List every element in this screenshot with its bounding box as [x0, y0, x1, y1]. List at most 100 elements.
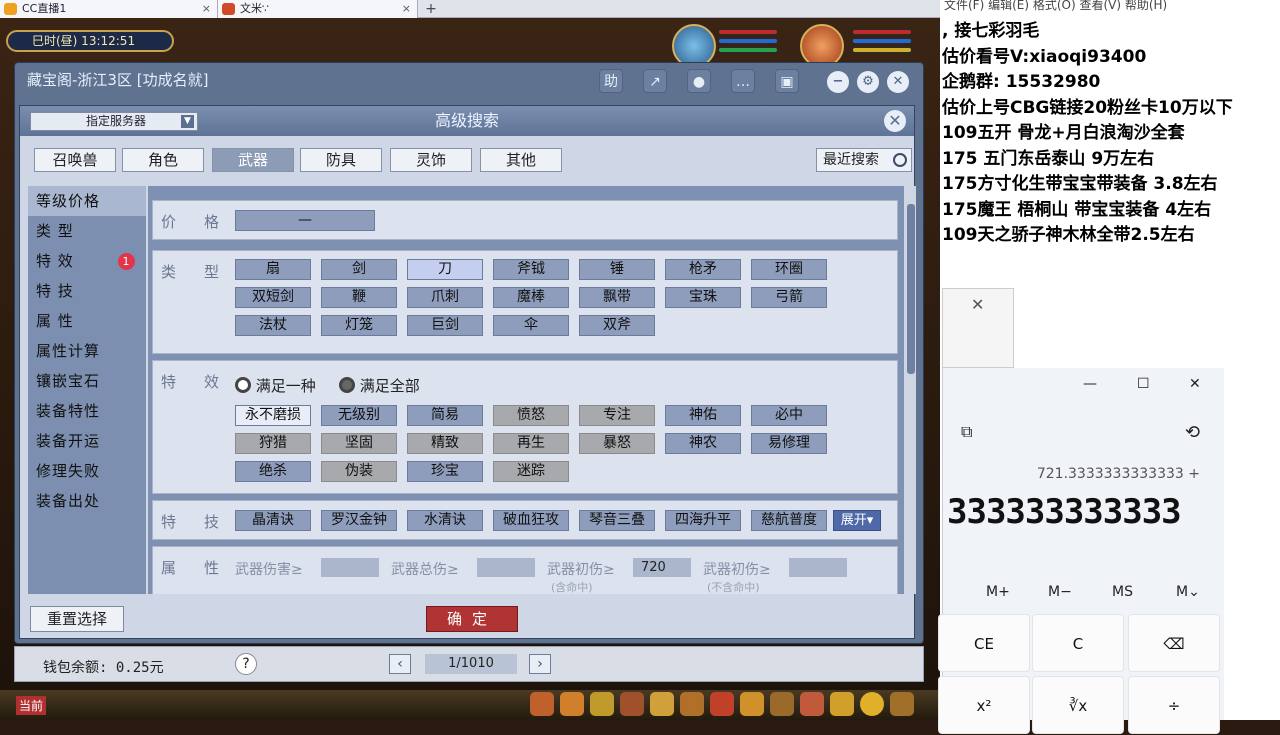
effect-option[interactable]: 再生: [493, 433, 569, 454]
skill-option[interactable]: 晶清诀: [235, 510, 311, 531]
effect-option[interactable]: 神佑: [665, 405, 741, 426]
type-option[interactable]: 双短剑: [235, 287, 311, 308]
tab-accessory[interactable]: 灵饰: [390, 148, 472, 172]
close-icon[interactable]: ✕: [1189, 376, 1201, 392]
prev-page-button[interactable]: ‹: [389, 654, 411, 674]
clear-button[interactable]: C: [1032, 614, 1124, 672]
keep-on-top-icon[interactable]: ⧉: [961, 422, 972, 442]
mail-icon[interactable]: [830, 692, 854, 716]
search-close-button[interactable]: ✕: [884, 110, 906, 132]
effect-option[interactable]: 绝杀: [235, 461, 311, 482]
friend-icon[interactable]: [680, 692, 704, 716]
type-option[interactable]: 飘带: [579, 287, 655, 308]
tab-armor[interactable]: 防具: [300, 148, 382, 172]
memory-store-button[interactable]: MS: [1112, 584, 1133, 600]
type-option[interactable]: 双斧: [579, 315, 655, 336]
effect-option[interactable]: 狩猎: [235, 433, 311, 454]
bag-icon[interactable]: [530, 692, 554, 716]
type-option[interactable]: 伞: [493, 315, 569, 336]
type-option[interactable]: 巨剑: [407, 315, 483, 336]
window-close-button[interactable]: ✕: [887, 71, 909, 93]
browser-tab-cc[interactable]: CC直播1 ×: [0, 0, 218, 18]
tab-pet[interactable]: 召唤兽: [34, 148, 116, 172]
type-option[interactable]: 法杖: [235, 315, 311, 336]
channel-current[interactable]: 当前: [16, 696, 47, 715]
minimize-button[interactable]: −: [827, 71, 849, 93]
effect-option[interactable]: 坚固: [321, 433, 397, 454]
attr-field-input[interactable]: [789, 558, 847, 577]
recent-search-button[interactable]: 最近搜索: [816, 148, 912, 172]
effect-option[interactable]: 必中: [751, 405, 827, 426]
guild-icon[interactable]: [770, 692, 794, 716]
close-icon[interactable]: ✕: [971, 295, 984, 314]
effect-option[interactable]: 专注: [579, 405, 655, 426]
expand-button[interactable]: 展开▾: [833, 510, 881, 531]
sidebar-item-attr-calc[interactable]: 属性计算: [28, 336, 146, 366]
clear-entry-button[interactable]: CE: [938, 614, 1030, 672]
skill-option[interactable]: 破血狂攻: [493, 510, 569, 531]
effect-option[interactable]: 简易: [407, 405, 483, 426]
confirm-button[interactable]: 确定: [426, 606, 518, 632]
memory-list-button[interactable]: M⌄: [1176, 584, 1200, 600]
help-button[interactable]: 助: [599, 69, 623, 93]
type-option[interactable]: 鞭: [321, 287, 397, 308]
effect-option[interactable]: 迷踪: [493, 461, 569, 482]
sidebar-item-source[interactable]: 装备出处: [28, 486, 146, 516]
sidebar-item-gems[interactable]: 镶嵌宝石: [28, 366, 146, 396]
tab-close-icon[interactable]: ×: [202, 0, 211, 18]
task-icon[interactable]: [620, 692, 644, 716]
type-option[interactable]: 弓箭: [751, 287, 827, 308]
item-icon[interactable]: [560, 692, 584, 716]
backspace-button[interactable]: ⌫: [1128, 614, 1220, 672]
minimize-icon[interactable]: —: [1083, 376, 1097, 392]
next-page-button[interactable]: ›: [529, 654, 551, 674]
skill-option[interactable]: 水清诀: [407, 510, 483, 531]
emote-icon[interactable]: [860, 692, 884, 716]
memory-add-button[interactable]: M+: [986, 584, 1010, 600]
effect-option[interactable]: 伪装: [321, 461, 397, 482]
type-option[interactable]: 魔棒: [493, 287, 569, 308]
team-icon[interactable]: [650, 692, 674, 716]
gift-icon[interactable]: [710, 692, 734, 716]
skill-option[interactable]: 慈航普度: [751, 510, 827, 531]
type-option[interactable]: 环圈: [751, 259, 827, 280]
share-icon[interactable]: ↗: [643, 69, 667, 93]
effect-mode-all[interactable]: 满足全部: [339, 375, 420, 396]
type-option[interactable]: 扇: [235, 259, 311, 280]
sidebar-item-type[interactable]: 类 型: [28, 216, 146, 246]
settings-gear-icon[interactable]: ⚙: [857, 71, 879, 93]
content-scrollbar[interactable]: [906, 186, 916, 594]
type-option[interactable]: 锤: [579, 259, 655, 280]
cart-icon[interactable]: ▣: [775, 69, 799, 93]
browser-tab-text[interactable]: 文米∵ ×: [218, 0, 418, 18]
effect-option[interactable]: 暴怒: [579, 433, 655, 454]
sidebar-item-attr[interactable]: 属 性: [28, 306, 146, 336]
scrollbar-thumb[interactable]: [907, 204, 915, 374]
effect-option[interactable]: 精致: [407, 433, 483, 454]
square-button[interactable]: x²: [938, 676, 1030, 734]
cube-root-button[interactable]: ∛x: [1032, 676, 1124, 734]
type-option[interactable]: 枪矛: [665, 259, 741, 280]
sidebar-item-luck[interactable]: 装备开运: [28, 426, 146, 456]
effect-option[interactable]: 易修理: [751, 433, 827, 454]
skill-option[interactable]: 罗汉金钟: [321, 510, 397, 531]
type-option[interactable]: 灯笼: [321, 315, 397, 336]
attr-field-input[interactable]: [477, 558, 535, 577]
new-tab-button[interactable]: +: [422, 0, 440, 18]
server-select[interactable]: 指定服务器 ▼: [30, 112, 198, 131]
type-option[interactable]: 剑: [321, 259, 397, 280]
type-option[interactable]: 爪刺: [407, 287, 483, 308]
tab-other[interactable]: 其他: [480, 148, 562, 172]
attr-field-input[interactable]: 720: [633, 558, 691, 577]
tab-weapon[interactable]: 武器: [212, 148, 294, 172]
sidebar-item-level-price[interactable]: 等级价格: [28, 186, 146, 216]
skill-icon[interactable]: [590, 692, 614, 716]
system-icon[interactable]: [890, 692, 914, 716]
memory-subtract-button[interactable]: M−: [1048, 584, 1072, 600]
help-icon[interactable]: ?: [235, 653, 257, 675]
skill-option[interactable]: 琴音三叠: [579, 510, 655, 531]
shop-icon[interactable]: [740, 692, 764, 716]
effect-option[interactable]: 珍宝: [407, 461, 483, 482]
divide-button[interactable]: ÷: [1128, 676, 1220, 734]
sidebar-item-effect[interactable]: 特 效 1: [28, 246, 146, 276]
